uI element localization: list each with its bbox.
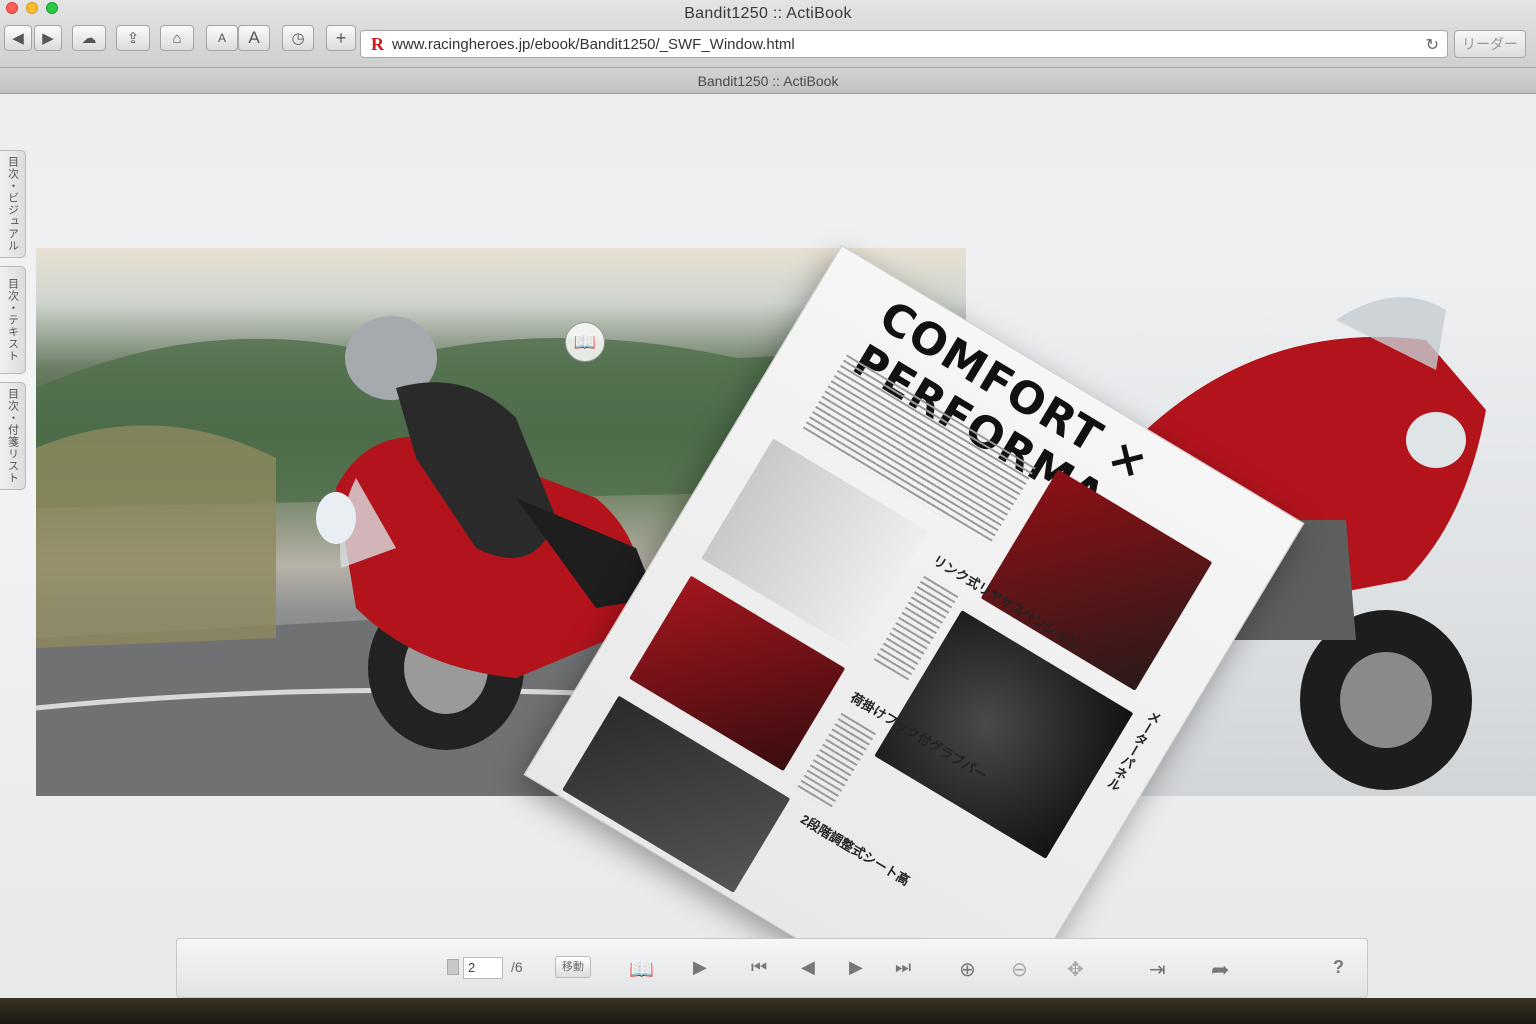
help-button[interactable]: ?	[1333, 957, 1344, 978]
side-tab-text-toc[interactable]: 目次・テキスト	[0, 266, 26, 374]
window-title: Bandit1250 :: ActiBook	[684, 5, 852, 22]
pan-icon[interactable]: ✥	[1067, 957, 1084, 982]
exit-icon[interactable]: ⇥	[1149, 957, 1166, 982]
chevron-right-icon: ▶	[42, 30, 54, 47]
share-arrow-icon[interactable]: ➦	[1211, 957, 1229, 983]
new-tab-button[interactable]: +	[326, 25, 356, 51]
side-tab-visual-toc[interactable]: 目次・ビジュアル	[0, 150, 26, 258]
ebook-control-bar: 2 /6 移動 📖 ▶ ⏮ ◀ ▶ ⏭ ⊕ ⊖ ✥ ⇥ ➦ ?	[176, 938, 1368, 998]
go-to-page-button[interactable]: 移動	[555, 956, 591, 978]
reload-icon[interactable]: ↻	[1426, 35, 1439, 55]
text-larger-button[interactable]: A	[238, 25, 270, 51]
screen: Bandit1250 :: ActiBook ◀ ▶ ☁ ⇪ ⌂ A A ◷ +…	[0, 0, 1536, 1024]
next-page-icon[interactable]: ▶	[849, 957, 863, 978]
open-book-icon[interactable]: 📖	[565, 322, 605, 362]
cloud-icon: ☁	[81, 30, 97, 47]
page-thumb-icon	[447, 959, 459, 975]
share-button[interactable]: ⇪	[116, 25, 150, 51]
zoom-out-icon[interactable]: ⊖	[1011, 957, 1028, 982]
site-favicon-icon: R	[371, 33, 384, 54]
share-icon: ⇪	[126, 30, 140, 47]
play-icon[interactable]: ▶	[693, 957, 707, 978]
zoom-in-icon[interactable]: ⊕	[959, 957, 976, 982]
home-button[interactable]: ⌂	[160, 25, 194, 51]
desk-background	[0, 998, 1536, 1024]
reader-button[interactable]: リーダー	[1454, 30, 1526, 58]
last-page-icon[interactable]: ⏭	[895, 957, 911, 978]
side-tab-sticky-list[interactable]: 目次・付箋リスト	[0, 382, 26, 490]
clock-icon: ◷	[291, 30, 305, 47]
history-button[interactable]: ◷	[282, 25, 314, 51]
icloud-tabs-button[interactable]: ☁	[72, 25, 106, 51]
ebook-spread[interactable]: COMFORT × PERFORMA リンク式リヤサスペンション メーターパネル…	[36, 245, 1536, 1024]
side-tabs: 目次・ビジュアル 目次・テキスト 目次・付箋リスト	[0, 150, 30, 498]
page-total: /6	[511, 959, 523, 975]
chevron-left-icon: ◀	[12, 30, 24, 47]
section-title-seat-height: 2段階調整式シート高	[798, 811, 913, 889]
browser-toolbar: Bandit1250 :: ActiBook ◀ ▶ ☁ ⇪ ⌂ A A ◷ +…	[0, 0, 1536, 68]
book-view-icon[interactable]: 📖	[629, 957, 654, 982]
prev-page-icon[interactable]: ◀	[801, 957, 815, 978]
address-bar[interactable]: R www.racingheroes.jp/ebook/Bandit1250/_…	[360, 30, 1448, 58]
forward-button[interactable]: ▶	[34, 25, 62, 51]
url-text: www.racingheroes.jp/ebook/Bandit1250/_SW…	[392, 35, 795, 53]
page-number-input[interactable]: 2	[463, 957, 503, 979]
back-button[interactable]: ◀	[4, 25, 32, 51]
text-smaller-button[interactable]: A	[206, 25, 238, 51]
home-icon: ⌂	[172, 29, 182, 47]
first-page-icon[interactable]: ⏮	[751, 957, 767, 978]
tab-title[interactable]: Bandit1250 :: ActiBook	[0, 68, 1536, 94]
